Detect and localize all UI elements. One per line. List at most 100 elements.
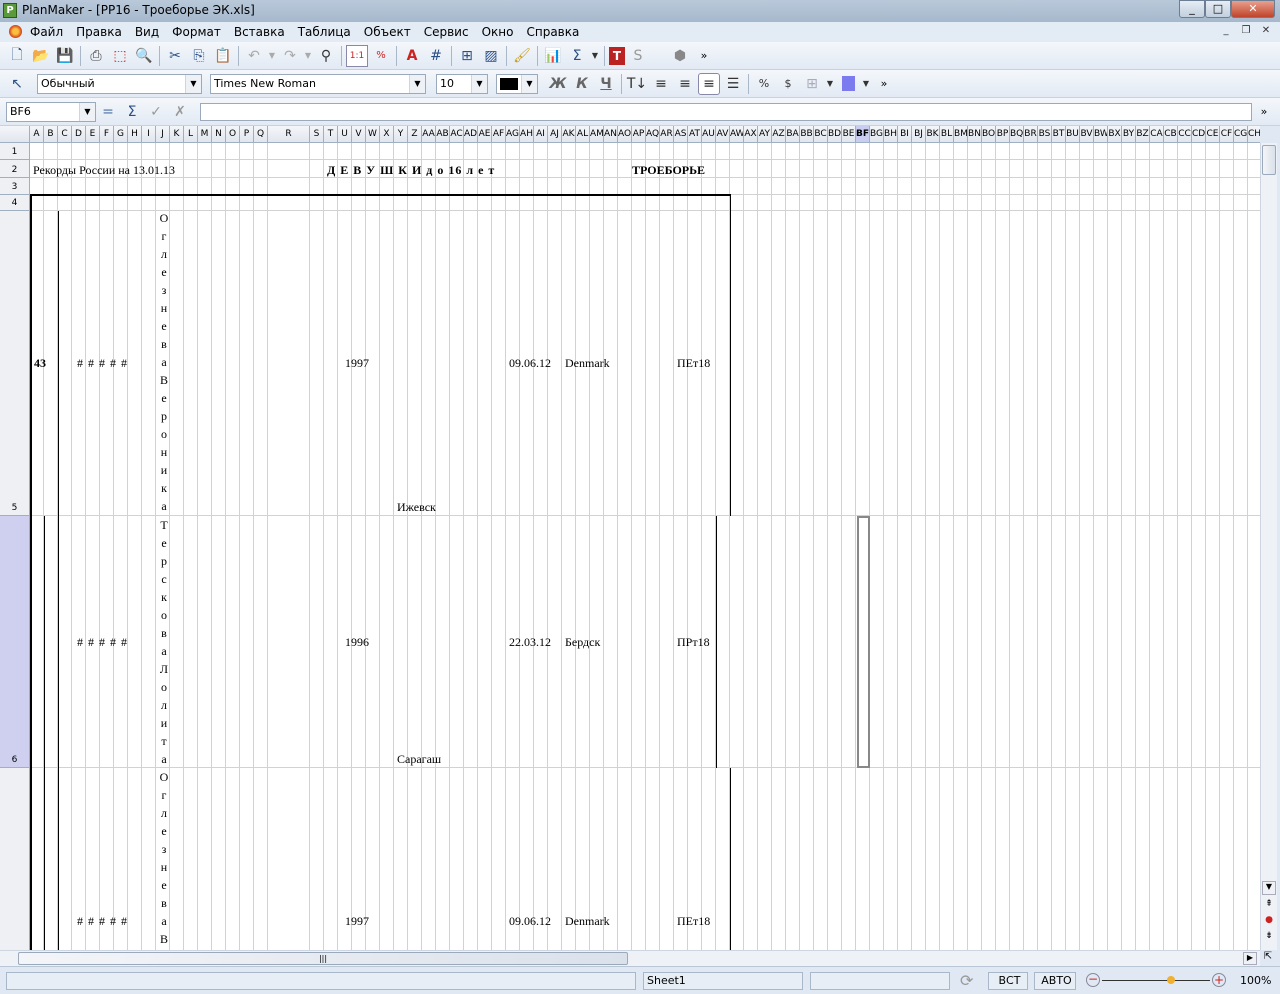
align-right-icon[interactable]: ≡ <box>674 73 696 95</box>
column-header-AW[interactable]: AW <box>730 126 744 143</box>
borders-icon[interactable]: ⊞ <box>456 45 478 67</box>
print-preview-icon[interactable]: 🔍 <box>133 45 155 67</box>
column-header-BF[interactable]: BF <box>856 126 870 143</box>
pdf-export-icon[interactable]: ⬚ <box>109 45 131 67</box>
font-select[interactable]: Times New Roman ▼ <box>210 73 426 94</box>
column-header-O[interactable]: O <box>226 126 240 143</box>
column-header-BE[interactable]: BE <box>842 126 856 143</box>
column-header-AH[interactable]: AH <box>520 126 534 143</box>
column-header-AK[interactable]: AK <box>562 126 576 143</box>
column-header-H[interactable]: H <box>128 126 142 143</box>
cell-reference-box[interactable]: BF6 ▼ <box>6 101 96 122</box>
selected-cell-BF6[interactable] <box>857 516 870 768</box>
doc-close-button[interactable]: ✕ <box>1258 25 1274 39</box>
split-window-icon[interactable]: ⇱ <box>1260 951 1276 966</box>
align-center-icon[interactable]: ≡ <box>698 72 720 95</box>
autosum-icon[interactable]: Σ <box>566 45 588 67</box>
column-header-AX[interactable]: AX <box>744 126 758 143</box>
column-header-BG[interactable]: BG <box>870 126 884 143</box>
column-header-CD[interactable]: CD <box>1192 126 1206 143</box>
column-header-BM[interactable]: BM <box>954 126 968 143</box>
find-binoculars-icon[interactable]: ⚲ <box>315 45 337 67</box>
column-header-AU[interactable]: AU <box>702 126 716 143</box>
column-header-AO[interactable]: AO <box>618 126 632 143</box>
column-header-CG[interactable]: CG <box>1234 126 1248 143</box>
recalc-icon[interactable]: ⟳ <box>960 971 973 990</box>
vertical-scroll-thumb[interactable] <box>1262 145 1276 175</box>
column-header-D[interactable]: D <box>72 126 86 143</box>
menu-table[interactable]: Таблица <box>298 25 351 39</box>
vertical-scrollbar[interactable]: ▼ ⇞ ● ⇟ <box>1260 143 1277 950</box>
object-icon[interactable]: ⬢ <box>669 45 691 67</box>
row-header-4[interactable]: 4 <box>0 195 30 211</box>
column-header-Y[interactable]: Y <box>394 126 408 143</box>
select-pointer-icon[interactable]: ↖ <box>6 73 28 95</box>
text-direction-icon[interactable]: T↓ <box>626 73 648 95</box>
column-header-AI[interactable]: AI <box>534 126 548 143</box>
column-header-AJ[interactable]: AJ <box>548 126 562 143</box>
column-header-BB[interactable]: BB <box>800 126 814 143</box>
column-header-AA[interactable]: AA <box>422 126 436 143</box>
column-header-F[interactable]: F <box>100 126 114 143</box>
column-header-AD[interactable]: AD <box>464 126 478 143</box>
column-header-N[interactable]: N <box>212 126 226 143</box>
equals-icon[interactable]: = <box>97 101 119 123</box>
more-toolbar-icon[interactable]: » <box>693 45 715 67</box>
menu-file[interactable]: Файл <box>30 25 63 39</box>
bold-button[interactable]: Ж <box>547 73 569 95</box>
cut-icon[interactable]: ✂ <box>164 45 186 67</box>
column-header-J[interactable]: J <box>156 126 170 143</box>
column-header-BD[interactable]: BD <box>828 126 842 143</box>
column-header-BP[interactable]: BP <box>996 126 1010 143</box>
zoom-slider-track[interactable] <box>1102 980 1210 981</box>
textmaker-icon[interactable]: T <box>609 46 625 65</box>
column-header-AY[interactable]: AY <box>758 126 772 143</box>
open-folder-icon[interactable]: 📂 <box>30 45 52 67</box>
insert-mode[interactable]: ВСТ <box>988 972 1028 990</box>
column-header-G[interactable]: G <box>114 126 128 143</box>
zoom-slider-knob[interactable] <box>1166 976 1175 984</box>
minimize-button[interactable]: _ <box>1179 0 1205 18</box>
fill-color-icon[interactable] <box>837 73 859 95</box>
row-header-2[interactable]: 2 <box>0 160 30 178</box>
column-header-U[interactable]: U <box>338 126 352 143</box>
menu-insert[interactable]: Вставка <box>234 25 285 39</box>
column-header-AL[interactable]: AL <box>576 126 590 143</box>
column-header-S[interactable]: S <box>310 126 324 143</box>
redo-dropdown-icon[interactable]: ▼ <box>303 45 313 67</box>
menu-edit[interactable]: Правка <box>76 25 122 39</box>
column-header-W[interactable]: W <box>366 126 380 143</box>
doc-restore-button[interactable]: ❐ <box>1238 25 1254 39</box>
column-header-AN[interactable]: AN <box>604 126 618 143</box>
select-all-corner[interactable] <box>0 126 30 143</box>
column-header-C[interactable]: C <box>58 126 72 143</box>
column-header-AT[interactable]: AT <box>688 126 702 143</box>
column-header-L[interactable]: L <box>184 126 198 143</box>
previous-page-icon[interactable]: ⇞ <box>1262 899 1276 909</box>
column-header-BS[interactable]: BS <box>1038 126 1052 143</box>
column-header-V[interactable]: V <box>352 126 366 143</box>
zoom-100-icon[interactable]: 1:1 <box>346 44 368 67</box>
column-header-Q[interactable]: Q <box>254 126 268 143</box>
document-icon[interactable] <box>9 25 22 38</box>
column-header-BT[interactable]: BT <box>1052 126 1066 143</box>
calc-mode[interactable]: АВТО <box>1034 972 1076 990</box>
column-header-AC[interactable]: AC <box>450 126 464 143</box>
fill-color-dropdown-icon[interactable]: ▼ <box>861 73 871 95</box>
column-header-BX[interactable]: BX <box>1108 126 1122 143</box>
column-header-BI[interactable]: BI <box>898 126 912 143</box>
zoom-in-button[interactable]: + <box>1212 973 1226 987</box>
column-header-AE[interactable]: AE <box>478 126 492 143</box>
underline-button[interactable]: Ч <box>595 73 617 95</box>
column-header-CA[interactable]: CA <box>1150 126 1164 143</box>
undo-dropdown-icon[interactable]: ▼ <box>267 45 277 67</box>
column-header-P[interactable]: P <box>240 126 254 143</box>
copy-icon[interactable]: ⎘ <box>188 45 210 67</box>
formula-input[interactable] <box>200 102 1252 121</box>
row-header-3[interactable]: 3 <box>0 178 30 195</box>
column-header-CE[interactable]: CE <box>1206 126 1220 143</box>
redo-icon[interactable]: ↷ <box>279 45 301 67</box>
maximize-button[interactable]: □ <box>1205 0 1231 18</box>
row-header-1[interactable]: 1 <box>0 143 30 160</box>
column-header-BR[interactable]: BR <box>1024 126 1038 143</box>
